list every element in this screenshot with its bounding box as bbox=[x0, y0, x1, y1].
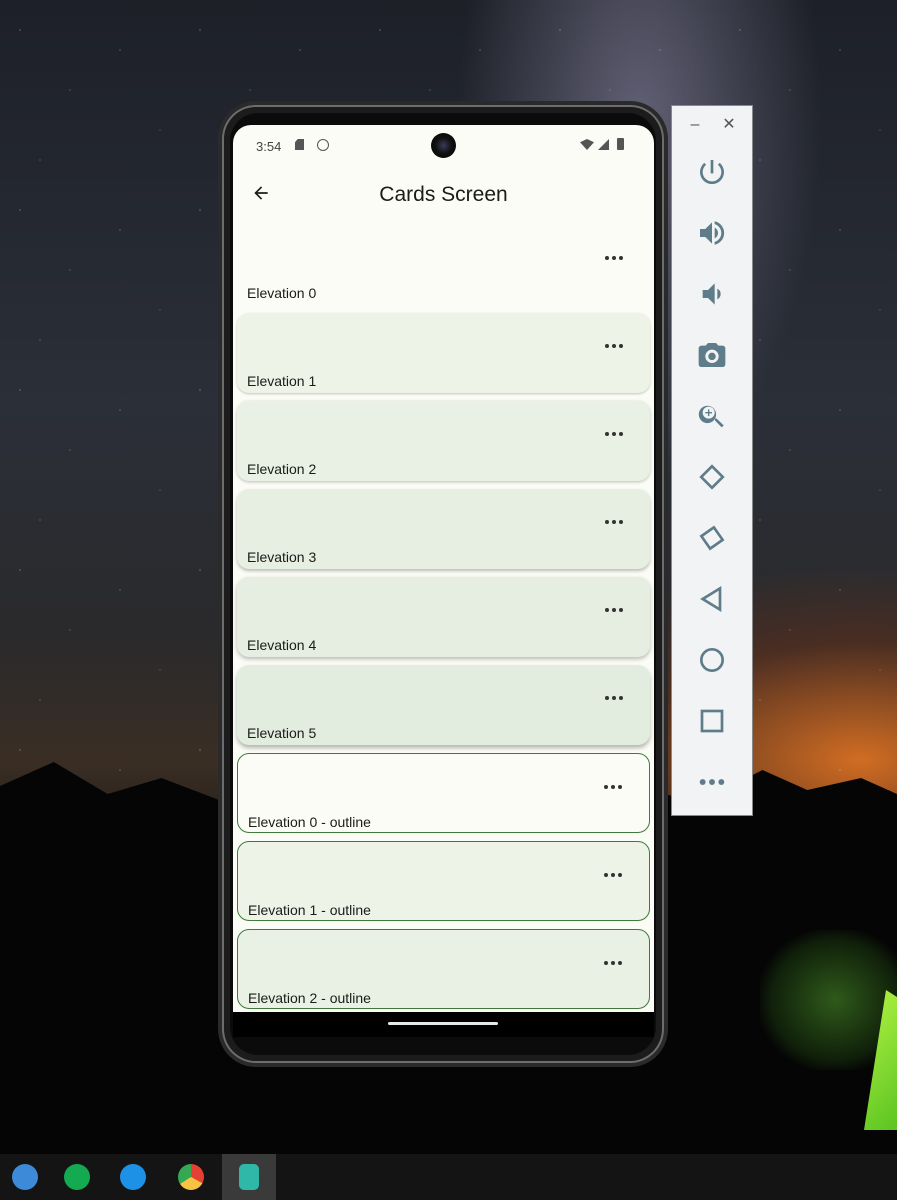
close-button[interactable]: ✕ bbox=[720, 116, 738, 134]
home-circle-icon bbox=[700, 648, 724, 672]
taskbar bbox=[0, 1154, 897, 1200]
card-label: Elevation 3 bbox=[247, 549, 317, 565]
minimize-button[interactable]: – bbox=[686, 116, 704, 134]
gesture-nav-bar bbox=[233, 1012, 654, 1037]
card-label: Elevation 5 bbox=[247, 725, 317, 741]
card-label: Elevation 0 - outline bbox=[248, 814, 371, 830]
card-2[interactable]: Elevation 1 bbox=[237, 313, 650, 393]
more-horiz-icon bbox=[605, 432, 623, 436]
power-icon bbox=[700, 160, 724, 185]
battery-icon bbox=[617, 138, 624, 150]
card-label: Elevation 1 bbox=[247, 373, 317, 389]
card-menu-button[interactable] bbox=[599, 774, 627, 800]
page-title: Cards Screen bbox=[379, 183, 508, 206]
card-menu-button[interactable] bbox=[599, 950, 627, 976]
volume-up-button[interactable] bbox=[694, 215, 730, 251]
window-controls: – ✕ bbox=[672, 114, 754, 138]
card-menu-button[interactable] bbox=[599, 862, 627, 888]
card-menu-button[interactable] bbox=[600, 333, 628, 359]
screenshot-button[interactable] bbox=[694, 337, 730, 373]
chrome-icon bbox=[178, 1164, 204, 1190]
volume-up-icon bbox=[700, 221, 725, 245]
rotate-left-button[interactable] bbox=[694, 459, 730, 495]
front-camera-cutout bbox=[431, 133, 456, 158]
rotate-left-icon bbox=[699, 464, 725, 490]
card-label: Elevation 2 - outline bbox=[248, 990, 371, 1006]
card-label: Elevation 4 bbox=[247, 637, 317, 653]
taskbar-app-3[interactable] bbox=[108, 1154, 158, 1200]
tree-foliage bbox=[760, 930, 897, 1070]
more-horiz-icon bbox=[605, 344, 623, 348]
card-1[interactable]: Elevation 0 bbox=[237, 225, 650, 305]
card-9[interactable]: Elevation 2 - outline bbox=[237, 929, 650, 1009]
back-triangle-icon bbox=[700, 585, 722, 613]
emulator-toolbar: – ✕ bbox=[671, 105, 753, 816]
more-horiz-icon bbox=[605, 520, 623, 524]
wifi-icon bbox=[580, 139, 594, 150]
signal-icon bbox=[598, 139, 609, 150]
volume-down-button[interactable] bbox=[694, 276, 730, 312]
card-7[interactable]: Elevation 0 - outline bbox=[237, 753, 650, 833]
phone-screen: 3:54 Cards Screen Elevation 0 Elevation 1… bbox=[233, 125, 654, 1037]
home-indicator[interactable] bbox=[388, 1022, 498, 1025]
taskbar-app-1[interactable] bbox=[0, 1154, 50, 1200]
docker-icon bbox=[120, 1164, 146, 1190]
overview-square-icon bbox=[700, 709, 724, 733]
status-time: 3:54 bbox=[256, 139, 282, 154]
top-app-bar: Cards Screen bbox=[233, 167, 654, 225]
card-label: Elevation 1 - outline bbox=[248, 902, 371, 918]
card-5[interactable]: Elevation 4 bbox=[237, 577, 650, 657]
taskbar-app-4[interactable] bbox=[166, 1154, 216, 1200]
more-horiz-icon bbox=[604, 961, 622, 965]
card-menu-button[interactable] bbox=[600, 421, 628, 447]
card-label: Elevation 2 bbox=[247, 461, 317, 477]
nav-back-button[interactable] bbox=[694, 581, 730, 617]
card-menu-button[interactable] bbox=[600, 685, 628, 711]
more-horiz-icon bbox=[605, 608, 623, 612]
camera-icon bbox=[698, 343, 726, 367]
more-options-button[interactable] bbox=[694, 764, 730, 800]
card-6[interactable]: Elevation 5 bbox=[237, 665, 650, 745]
card-menu-button[interactable] bbox=[600, 597, 628, 623]
taskbar-app-5[interactable] bbox=[222, 1154, 276, 1200]
nav-overview-button[interactable] bbox=[694, 703, 730, 739]
android-emulator-icon bbox=[239, 1164, 259, 1190]
sd-card-icon bbox=[295, 139, 304, 150]
more-horiz-icon bbox=[605, 696, 623, 700]
more-horiz-icon bbox=[604, 873, 622, 877]
card-menu-button[interactable] bbox=[600, 245, 628, 271]
more-horiz-icon bbox=[604, 785, 622, 789]
more-icon bbox=[699, 779, 725, 785]
power-button[interactable] bbox=[694, 154, 730, 190]
zoom-icon bbox=[698, 405, 724, 428]
card-3[interactable]: Elevation 2 bbox=[237, 401, 650, 481]
card-4[interactable]: Elevation 3 bbox=[237, 489, 650, 569]
card-label: Elevation 0 bbox=[247, 285, 317, 301]
rotate-right-button[interactable] bbox=[694, 520, 730, 556]
card-menu-button[interactable] bbox=[600, 509, 628, 535]
android-studio-icon bbox=[12, 1164, 38, 1190]
card-8[interactable]: Elevation 1 - outline bbox=[237, 841, 650, 921]
nav-home-button[interactable] bbox=[694, 642, 730, 678]
rotate-right-icon bbox=[699, 525, 725, 551]
mongodb-compass-icon bbox=[64, 1164, 90, 1190]
more-horiz-icon bbox=[605, 256, 623, 260]
sync-icon bbox=[317, 139, 329, 151]
volume-down-icon bbox=[702, 283, 721, 305]
zoom-button[interactable] bbox=[694, 398, 730, 434]
status-bar: 3:54 bbox=[233, 125, 654, 167]
taskbar-app-2[interactable] bbox=[52, 1154, 102, 1200]
